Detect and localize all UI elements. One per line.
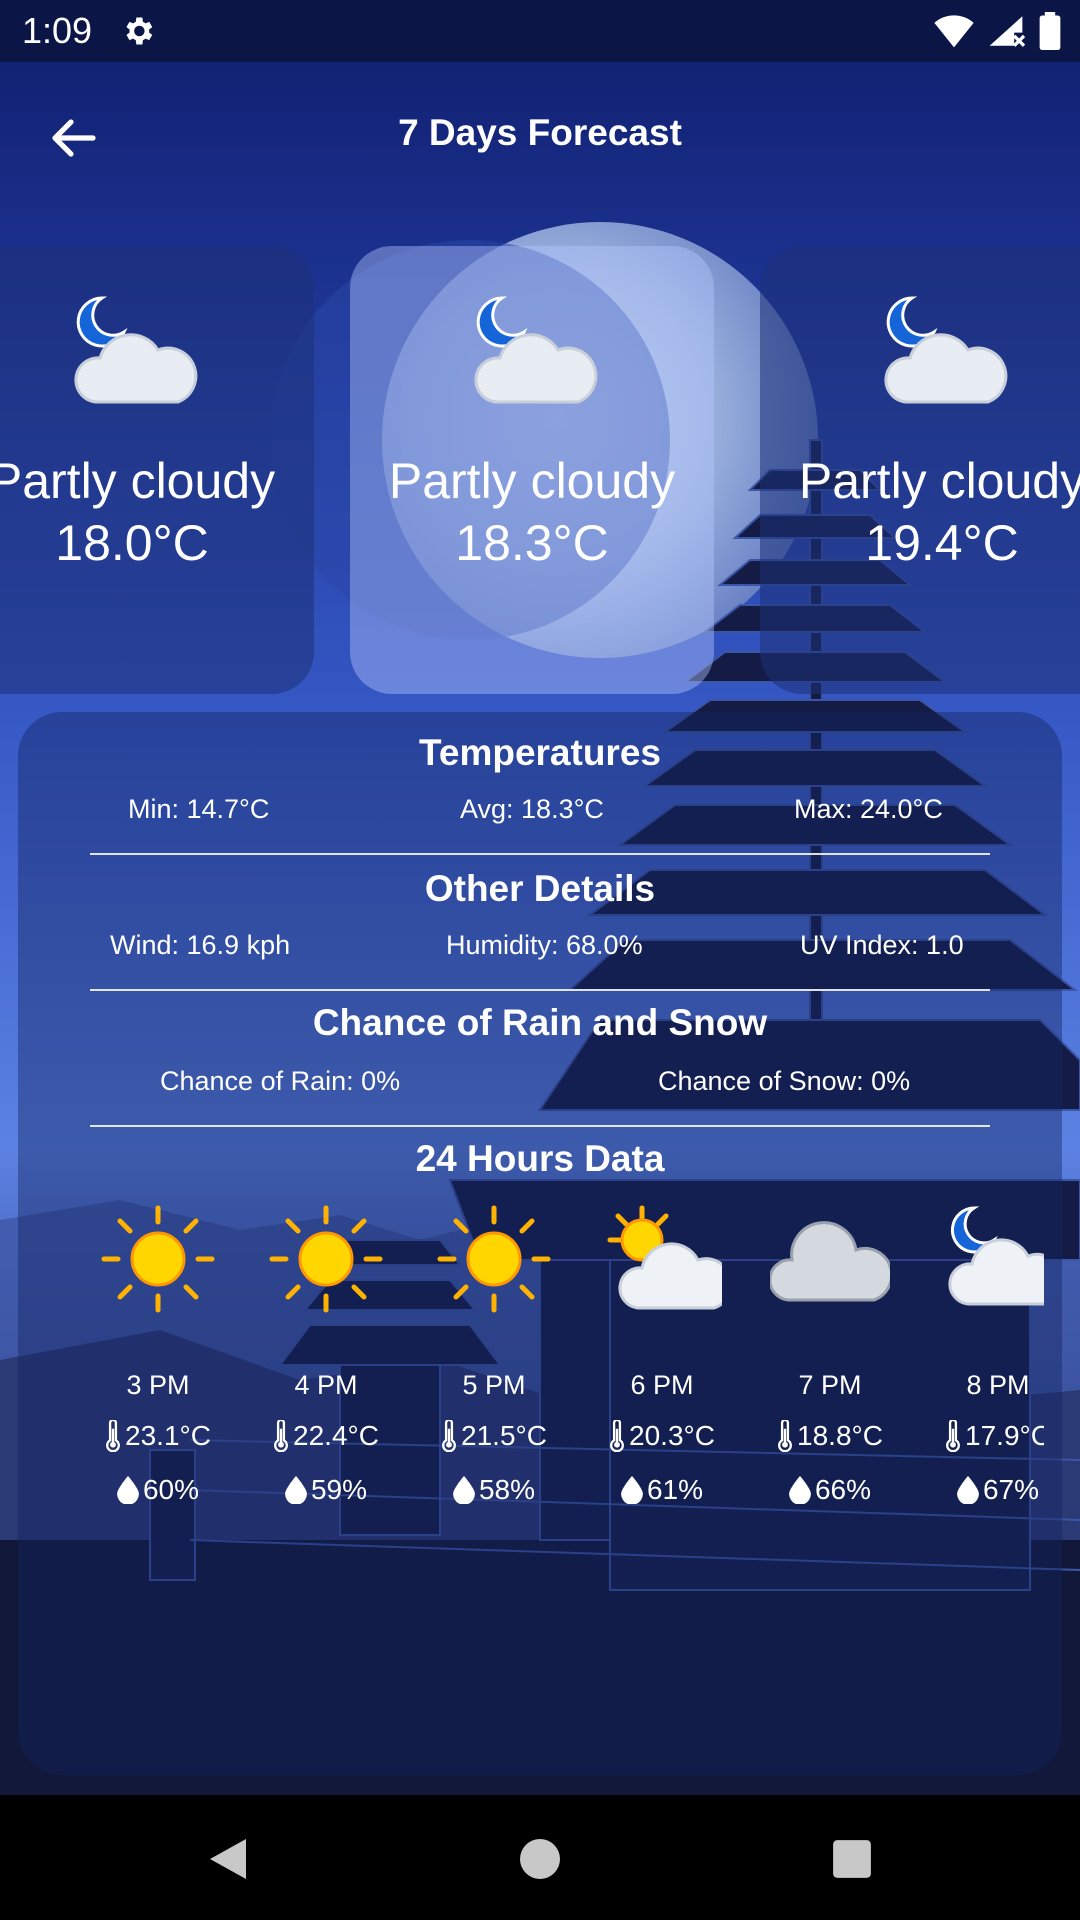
sun-icon: [101, 1205, 215, 1313]
avg-temp: Avg: 18.3°C: [460, 794, 604, 824]
thermometer-icon: [274, 1420, 288, 1452]
thermometer-icon: [106, 1420, 120, 1452]
hour-time: 4 PM: [294, 1370, 358, 1400]
cloud-icon: [770, 1221, 890, 1302]
app-header: 7 Days Forecast: [0, 62, 1080, 212]
rain-drop-icon: [453, 1476, 475, 1504]
nav-recents-button[interactable]: [824, 1831, 880, 1887]
temperatures-title: Temperatures: [419, 732, 661, 773]
min-temp: Min: 14.7°C: [128, 794, 270, 824]
status-time: 1:09: [22, 10, 93, 51]
day-temperature: 18.3°C: [455, 515, 609, 571]
hour-temp: 20.3°C: [629, 1420, 715, 1451]
hour-item: 4 PM 22.4°C 59%: [242, 1196, 410, 1526]
moon-cloud-icon: [884, 296, 1008, 404]
day-condition: Partly cloudy: [0, 453, 276, 509]
humidity: Humidity: 68.0%: [446, 930, 643, 960]
thermometer-icon: [442, 1420, 456, 1452]
hour-time: 5 PM: [462, 1370, 526, 1400]
cellular-signal-icon: [989, 16, 1026, 47]
day-temperature: 18.0°C: [55, 515, 209, 571]
hour-rain-chance: 59%: [310, 1474, 368, 1505]
wifi-icon: [934, 15, 974, 48]
hour-temp: 17.9°C: [965, 1420, 1044, 1451]
divider: [90, 989, 990, 991]
status-bar: 1:09: [0, 0, 1080, 62]
uv-index: UV Index: 1.0: [800, 930, 964, 960]
hour-temp: 23.1°C: [125, 1420, 211, 1451]
moon-cloud-icon: [948, 1206, 1044, 1306]
hour-item-partial: [18, 1196, 36, 1526]
hour-item: 6 PM 20.3°C 61%: [578, 1196, 746, 1526]
hour-temp: 18.8°C: [797, 1420, 883, 1451]
hour-item: 5 PM 21.5°C 58%: [410, 1196, 578, 1526]
hour-time: 3 PM: [126, 1370, 190, 1400]
rain-drop-icon: [285, 1476, 307, 1504]
moon-cloud-icon: [474, 296, 598, 404]
settings-gear-icon: [126, 17, 153, 45]
divider: [90, 853, 990, 855]
hour-item: 7 PM 18.8°C 66%: [746, 1196, 914, 1526]
thermometer-icon: [778, 1420, 792, 1452]
day-temperature: 19.4°C: [865, 515, 1019, 571]
day-card[interactable]: Partly cloudy 19.4°C: [760, 246, 1080, 694]
hour-rain-chance: 58%: [478, 1474, 536, 1505]
hour-rain-chance: 60%: [142, 1474, 200, 1505]
max-temp: Max: 24.0°C: [794, 794, 943, 824]
page-title: 7 Days Forecast: [398, 112, 682, 153]
day-condition: Partly cloudy: [388, 453, 676, 509]
nav-home-button[interactable]: [512, 1831, 568, 1887]
nav-back-button[interactable]: [200, 1831, 256, 1887]
hour-temp: 22.4°C: [293, 1420, 379, 1451]
hourly-title: 24 Hours Data: [415, 1138, 665, 1179]
rain-drop-icon: [957, 1476, 979, 1504]
wind-speed: Wind: 16.9 kph: [110, 930, 291, 960]
hour-rain-chance: 67%: [982, 1474, 1040, 1505]
moon-cloud-icon: [74, 296, 198, 404]
hour-temp: 21.5°C: [461, 1420, 547, 1451]
day-card-selected[interactable]: Partly cloudy 18.3°C: [350, 246, 714, 694]
hour-item: 3 PM 23.1°C 60%: [74, 1196, 242, 1526]
hour-rain-chance: 61%: [646, 1474, 704, 1505]
sun-icon: [269, 1205, 383, 1313]
status-icons: [934, 12, 1062, 50]
system-nav-bar: [0, 1795, 1080, 1920]
other-details-title: Other Details: [424, 868, 656, 909]
day-card[interactable]: Partly cloudy 18.0°C: [0, 246, 314, 694]
divider: [90, 1125, 990, 1127]
thermometer-icon: [946, 1420, 960, 1452]
rain-drop-icon: [621, 1476, 643, 1504]
thermometer-icon: [610, 1420, 624, 1452]
chance-of-snow: Chance of Snow: 0%: [658, 1066, 911, 1096]
chance-of-rain: Chance of Rain: 0%: [160, 1066, 401, 1096]
day-condition: Partly cloudy: [798, 453, 1080, 509]
sun-cloud-icon: [607, 1205, 722, 1310]
rain-drop-icon: [117, 1476, 139, 1504]
rain-drop-icon: [789, 1476, 811, 1504]
nav-home-circle-icon: [520, 1839, 560, 1879]
battery-icon: [1039, 12, 1061, 50]
rain-snow-title: Chance of Rain and Snow: [312, 1002, 768, 1043]
nav-back-triangle-icon: [210, 1839, 246, 1879]
hour-rain-chance: 66%: [814, 1474, 872, 1505]
sun-icon: [437, 1205, 551, 1313]
nav-recents-square-icon: [833, 1840, 871, 1878]
hour-item: 8 PM 17.9°C 67%: [914, 1196, 1044, 1526]
hour-time: 7 PM: [798, 1370, 862, 1400]
hourly-list[interactable]: 3 PM 23.1°C 60% 4 PM 22.4°C 59% 5 PM 21.…: [18, 1196, 1044, 1526]
hour-time: 8 PM: [966, 1370, 1030, 1400]
hour-time: 6 PM: [630, 1370, 694, 1400]
